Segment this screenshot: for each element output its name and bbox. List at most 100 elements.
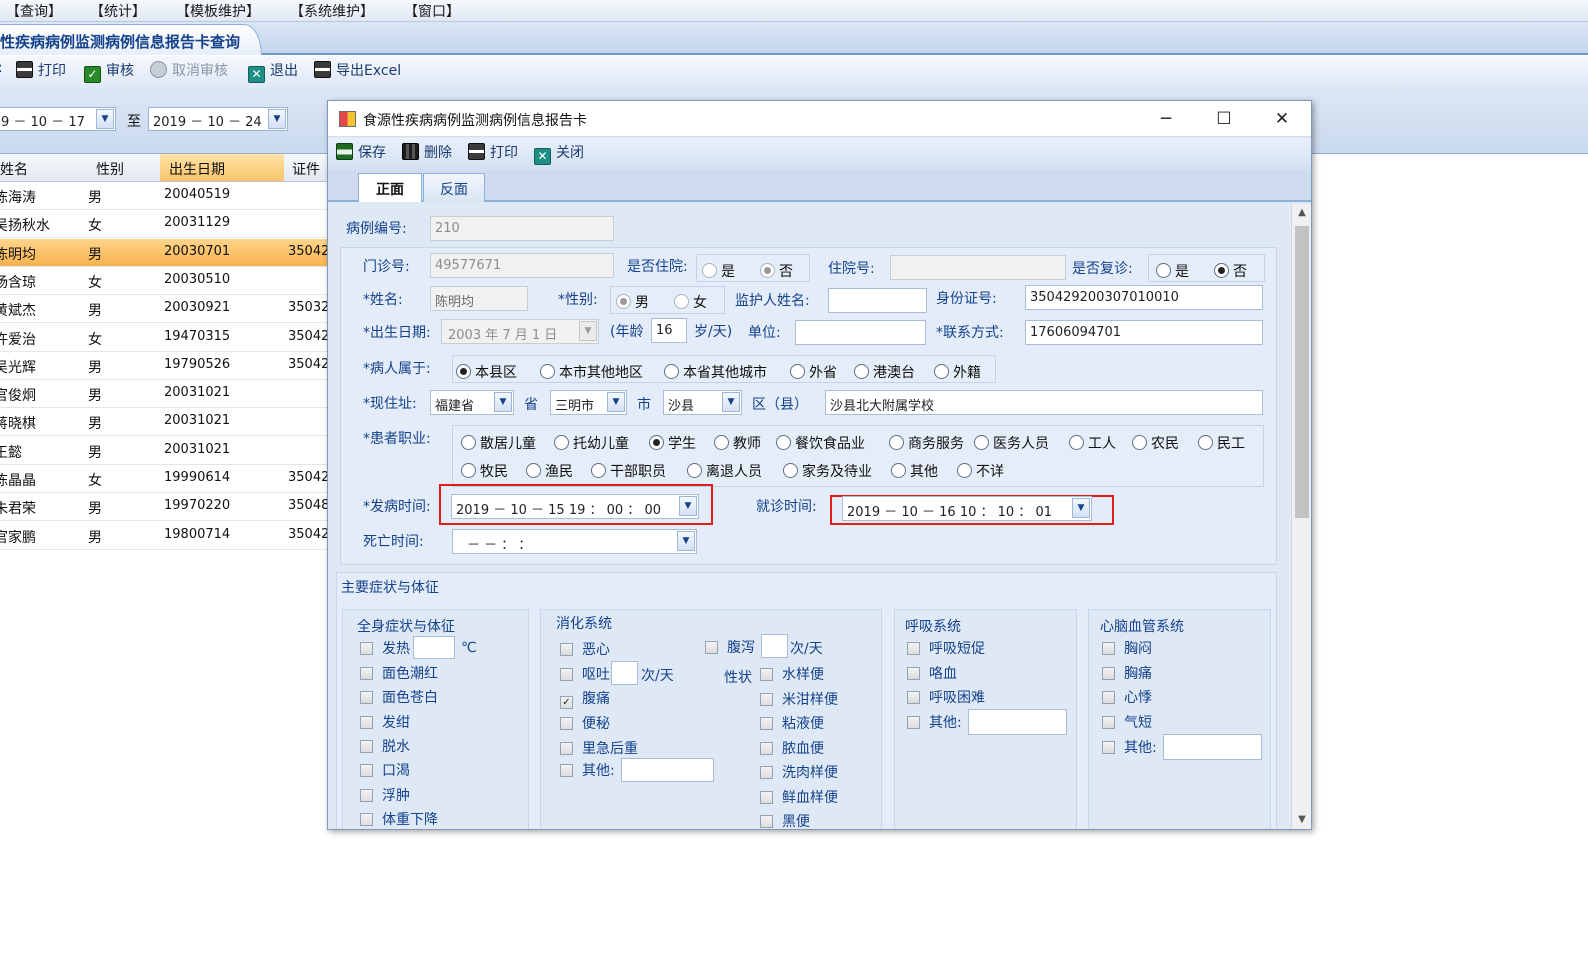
occupation-option[interactable]: 渔民: [526, 461, 573, 481]
occupation-option[interactable]: 离退人员: [687, 461, 762, 481]
symptom-checkbox[interactable]: 洗肉样便: [760, 762, 838, 782]
symptom-checkbox[interactable]: 发绀: [360, 712, 410, 732]
table-row[interactable]: 官俊炯 男 20031021: [0, 380, 330, 409]
birth-picker[interactable]: 2003 年 7 月 1 日 ▼: [441, 319, 599, 344]
occupation-option[interactable]: 托幼儿童: [554, 433, 629, 453]
symptom-checkbox[interactable]: 脱水: [360, 736, 410, 756]
header-birth[interactable]: 出生日期: [160, 154, 284, 181]
occupation-option[interactable]: 商务服务: [889, 433, 964, 453]
chevron-down-icon[interactable]: ▼: [722, 392, 740, 412]
table-row[interactable]: 许爱治 女 19470315 350427: [0, 324, 338, 352]
tenesmus-checkbox[interactable]: 里急后重: [560, 738, 638, 758]
symptom-checkbox[interactable]: 胸闷: [1102, 638, 1152, 658]
table-row[interactable]: 陈海涛 男 20040519: [0, 182, 330, 210]
table-row[interactable]: 黄斌杰 男 20030921 350322: [0, 295, 338, 324]
chevron-down-icon[interactable]: ▼: [96, 109, 114, 129]
constipation-checkbox[interactable]: 便秘: [560, 713, 610, 733]
date-from-picker[interactable]: 9 － 10 － 17 ▼: [0, 107, 116, 131]
occupation-option[interactable]: 学生: [649, 433, 696, 453]
symptom-checkbox[interactable]: 心悸: [1102, 687, 1152, 707]
cancel-audit-button[interactable]: 取消审核: [150, 60, 228, 82]
digestive-other-checkbox[interactable]: 其他:: [560, 760, 615, 780]
table-row[interactable]: 官家鹏 男 19800714 350427: [0, 522, 338, 550]
symptom-checkbox[interactable]: 黑便: [760, 811, 810, 829]
chevron-down-icon[interactable]: ▼: [607, 392, 625, 412]
symptom-checkbox[interactable]: 米泔样便: [760, 689, 838, 709]
death-picker[interactable]: － － ： ： ▼: [452, 529, 697, 554]
clinic-no-field[interactable]: 49577671: [430, 253, 614, 278]
occupation-option[interactable]: 不详: [957, 461, 1004, 481]
revisit-yes[interactable]: 是: [1156, 261, 1189, 281]
belong-option[interactable]: 本市其他地区: [540, 362, 643, 382]
print-button[interactable]: 打印: [16, 60, 66, 82]
symptom-checkbox[interactable]: 呼吸短促: [907, 638, 985, 658]
table-row[interactable]: 陈明均 男 20030701 350429: [0, 238, 338, 267]
table-row[interactable]: 陈晶晶 女 19990614 350426: [0, 465, 338, 493]
table-row[interactable]: 王懿 男 20031021: [0, 437, 330, 465]
symptom-checkbox[interactable]: 气短: [1102, 712, 1152, 732]
symptom-checkbox[interactable]: 浮肿: [360, 785, 410, 805]
table-row[interactable]: 杨含琼 女 20030510: [0, 267, 330, 295]
vomit-count-field[interactable]: [611, 661, 638, 685]
header-sex[interactable]: 性别: [96, 159, 124, 179]
menu-window[interactable]: 【窗口】: [404, 1, 460, 21]
symptom-checkbox[interactable]: 脓血便: [760, 738, 824, 758]
occupation-option[interactable]: 民工: [1198, 433, 1245, 453]
symptom-checkbox[interactable]: 鲜血样便: [760, 787, 838, 807]
table-row[interactable]: 蒋晓棋 男 20031021: [0, 408, 330, 437]
belong-option[interactable]: 外省: [790, 362, 837, 382]
sex-female[interactable]: 女: [674, 292, 707, 312]
name-field[interactable]: 陈明均: [430, 286, 528, 311]
tab-front[interactable]: 正面: [358, 173, 422, 202]
symptom-checkbox[interactable]: 咯血: [907, 663, 957, 683]
exit-button[interactable]: ✕ 退出: [248, 60, 298, 83]
symptom-checkbox[interactable]: 粘液便: [760, 713, 824, 733]
delete-button[interactable]: 删除: [402, 142, 452, 164]
symptom-checkbox[interactable]: 呼吸困难: [907, 687, 985, 707]
diarrhea-count-field[interactable]: [761, 634, 788, 658]
menu-system[interactable]: 【系统维护】: [290, 1, 374, 21]
respiratory-other-checkbox[interactable]: 其他:: [907, 712, 962, 732]
symptom-checkbox[interactable]: 胸痛: [1102, 663, 1152, 683]
occupation-option[interactable]: 教师: [714, 433, 761, 453]
export-excel-button[interactable]: 导出Excel: [314, 60, 401, 82]
inpatient-yes[interactable]: 是: [702, 261, 735, 281]
nausea-checkbox[interactable]: 恶心: [560, 639, 610, 659]
menu-template[interactable]: 【模板维护】: [176, 1, 260, 21]
occupation-option[interactable]: 家务及待业: [783, 461, 872, 481]
dialog-close-button[interactable]: ✕ 关闭: [534, 142, 584, 165]
chevron-down-icon[interactable]: ▼: [579, 321, 597, 341]
chevron-down-icon[interactable]: ▼: [268, 109, 286, 129]
audit-button[interactable]: ✓ 审核: [84, 60, 134, 83]
province-select[interactable]: 福建省 ▼: [430, 390, 514, 415]
date-to-picker[interactable]: 2019 － 10 － 24 ▼: [148, 107, 288, 131]
symptom-checkbox[interactable]: 水样便: [760, 664, 824, 684]
belong-option[interactable]: 港澳台: [854, 362, 915, 382]
onset-picker[interactable]: 2019 － 10 － 15 19 ： 00 ： 00 ▼: [451, 494, 699, 519]
digestive-other-field[interactable]: [621, 758, 714, 782]
scroll-up-icon[interactable]: ▲: [1292, 204, 1312, 222]
belong-option[interactable]: 外籍: [934, 362, 981, 382]
chevron-down-icon[interactable]: ▼: [677, 531, 695, 551]
vertical-scrollbar[interactable]: ▲ ▼: [1291, 204, 1311, 829]
guardian-field[interactable]: [828, 288, 927, 313]
belong-option[interactable]: 本县区: [456, 362, 517, 382]
unit-field[interactable]: [795, 320, 926, 345]
table-row[interactable]: 吴扬秋水 女 20031129: [0, 210, 330, 239]
county-select[interactable]: 沙县 ▼: [663, 390, 742, 415]
city-select[interactable]: 三明市 ▼: [550, 390, 627, 415]
occupation-option[interactable]: 医务人员: [974, 433, 1049, 453]
idcard-field[interactable]: 350429200307010010: [1025, 285, 1263, 310]
dialog-print-button[interactable]: 打印: [468, 142, 518, 164]
occupation-option[interactable]: 牧民: [461, 461, 508, 481]
fever-value-field[interactable]: [413, 636, 455, 659]
visit-picker[interactable]: 2019 － 10 － 16 10 ： 10 ： 01 ▼: [842, 496, 1092, 521]
abdominal-pain-checkbox[interactable]: ✓ 腹痛: [560, 688, 610, 709]
table-row[interactable]: 吴光辉 男 19790526 350427: [0, 352, 338, 380]
symptom-checkbox[interactable]: 口渴: [360, 760, 410, 780]
table-row[interactable]: 朱君荣 男 19970220 350481: [0, 493, 338, 522]
age-field[interactable]: 16: [651, 318, 687, 343]
minimize-icon[interactable]: ─: [1146, 107, 1186, 131]
chevron-down-icon[interactable]: ▼: [494, 392, 512, 412]
menu-stats[interactable]: 【统计】: [90, 1, 146, 21]
